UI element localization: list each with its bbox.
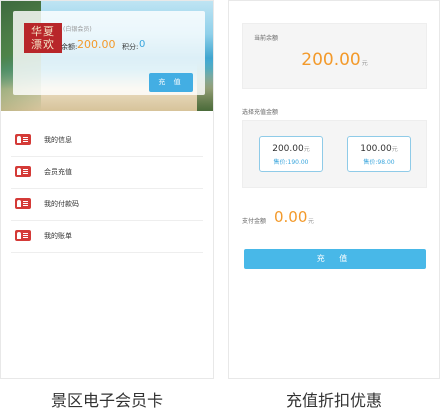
current-balance-panel: 当前余额 200.00元 <box>242 23 427 89</box>
menu-item-payment-code[interactable]: 我的付款码 <box>11 189 203 221</box>
menu-item-label: 我的信息 <box>44 136 72 144</box>
member-level: (白银会员) <box>63 26 92 33</box>
recharge-button[interactable]: 充 值 <box>149 73 193 92</box>
member-card-icon <box>15 166 31 177</box>
option-amount: 200.00 <box>272 144 304 154</box>
recharge-submit-button[interactable]: 充 值 <box>244 249 426 269</box>
right-caption: 充值折扣优惠 <box>285 391 382 410</box>
left-caption: 景区电子会员卡 <box>50 391 163 410</box>
points-label: 积分: <box>122 43 139 51</box>
amount-options-panel: 200.00元 售价:190.00 100.00元 售价:98.00 <box>242 120 427 188</box>
current-balance-label: 当前余额 <box>254 35 279 42</box>
scenic-logo: 华夏 漂欢 <box>24 23 62 53</box>
menu-item-my-info[interactable]: 我的信息 <box>11 125 203 157</box>
recharge-screen: 当前余额 200.00元 选择充值金额 200.00元 售价:190.00 10… <box>228 0 440 379</box>
current-balance: 200.00元 <box>243 50 426 70</box>
member-card-icon <box>15 198 31 209</box>
points-value: 0 <box>139 39 146 50</box>
member-card-icon <box>15 134 31 145</box>
menu-item-label: 会员充值 <box>44 168 72 176</box>
option-unit: 元 <box>391 146 398 153</box>
currency-unit: 元 <box>361 60 368 67</box>
menu-item-my-bills[interactable]: 我的账单 <box>11 221 203 253</box>
current-balance-value: 200.00 <box>301 50 361 70</box>
member-card-screen: 华夏 漂欢 (白银会员) 余额: 200.00 积分: 0 充 值 我的信息 会… <box>0 0 214 379</box>
option-amount: 100.00 <box>360 144 392 154</box>
option-price: 售价:190.00 <box>273 159 309 166</box>
select-amount-label: 选择充值金额 <box>242 109 279 116</box>
balance-label: 余额: <box>61 43 78 51</box>
beach-banner-image: 华夏 漂欢 (白银会员) 余额: 200.00 积分: 0 充 值 <box>1 1 213 111</box>
option-price: 售价:98.00 <box>363 159 395 166</box>
amount-option-200[interactable]: 200.00元 售价:190.00 <box>259 136 323 172</box>
menu-item-member-recharge[interactable]: 会员充值 <box>11 157 203 189</box>
option-unit: 元 <box>303 146 310 153</box>
member-card-icon <box>15 230 31 241</box>
member-card: 华夏 漂欢 (白银会员) 余额: 200.00 积分: 0 充 值 <box>13 11 205 95</box>
pay-amount-label: 支付金额 <box>242 218 267 225</box>
menu-item-label: 我的付款码 <box>44 200 79 208</box>
balance-value: 200.00 <box>77 38 116 51</box>
menu-item-label: 我的账单 <box>44 232 72 240</box>
member-menu: 我的信息 会员充值 我的付款码 我的账单 <box>11 125 203 253</box>
amount-option-100[interactable]: 100.00元 售价:98.00 <box>347 136 411 172</box>
pay-amount-value: 0.00 <box>274 208 308 226</box>
pay-amount-unit: 元 <box>308 218 315 225</box>
